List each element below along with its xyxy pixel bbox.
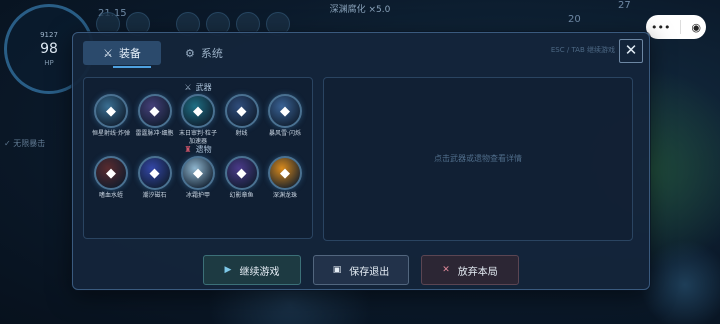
tide-magnet-icon: ◆ [137,156,172,190]
abandon-label: 放弃本局 [457,266,498,278]
close-icon: ✕ [442,265,450,275]
star-ray-icon: ◆ [94,94,128,128]
weapon-slot[interactable]: ◆ 末日审判·粒子加速器 [177,94,219,146]
more-icon[interactable]: ••• [651,22,670,33]
weapons-row: ◆ 恒星射线·炸弹 ◆ 雷霆脉冲·细胞 ◆ 末日审判·粒子加速器 ◆ 射线 ◆ 暴风雪·闪烁 [90,94,306,146]
tab-equipment[interactable]: ⚔ 装备 [83,41,161,68]
side-buff-text: ✓ 无限暴击 [4,139,46,148]
weapons-title: 武器 [195,83,212,92]
detail-placeholder: 点击武器或遗物查看详情 [434,154,522,163]
continue-game-button[interactable]: ▶ 继续游戏 [203,255,301,285]
tab-equipment-label: 装备 [118,47,141,60]
gear-icon: ⚙ [185,46,195,60]
relic-slot[interactable]: ◆ 冰霜护甲 [177,156,219,200]
dragon-orb-icon: ◆ [268,156,302,190]
weapon-label: 暴风雪·闪烁 [269,130,301,137]
weapon-slot[interactable]: ◆ 雷霆脉冲·细胞 [134,94,176,146]
tab-system-label: 系统 [200,47,223,60]
judgement-icon: ◆ [181,94,215,128]
relics-title: 遗物 [195,145,212,154]
pause-panel: ⚔ 装备 ⚙ 系统 ESC / TAB 继续游戏 ✕ ⚔ 武器 ◆ 恒星射线·炸弹 ◆… [72,32,650,290]
thunder-pulse-icon: ◆ [137,94,172,128]
weapon-slot[interactable]: ◆ 暴风雪·闪烁 [264,94,306,146]
weapons-heading: ⚔ 武器 [84,82,312,93]
save-icon: ▣ [332,265,342,275]
ray-icon: ◆ [224,94,259,128]
crossed-swords-icon: ⚔ [103,46,113,60]
tab-system[interactable]: ⚙ 系统 [185,41,223,65]
corruption-indicator: 深渊腐化 ×5.0 [329,5,391,15]
play-icon: ▶ [224,265,232,275]
relic-slot[interactable]: ◆ 幻影章鱼 [221,156,263,200]
miniprogram-capsule: ••• ◉ [646,15,706,39]
crossed-swords-icon: ⚔ [184,83,192,92]
frost-armor-icon: ◆ [181,156,215,190]
relics-row: ◆ 嗜血水蛭 ◆ 潮汐磁石 ◆ 冰霜护甲 ◆ 幻影章鱼 ◆ 深渊龙珠 [90,156,306,200]
leech-icon: ◆ [94,156,128,190]
continue-label: 继续游戏 [239,266,280,278]
relic-label: 潮汐磁石 [142,192,167,199]
hud-stat-mid: 20 [568,14,581,25]
relic-slot[interactable]: ◆ 深渊龙珠 [264,156,306,200]
weapon-label: 射线 [235,130,248,137]
octopus-icon: ◆ [224,156,259,190]
save-exit-button[interactable]: ▣ 保存退出 [313,255,409,285]
hud-stat-right: 27 [618,0,631,11]
relic-slot[interactable]: ◆ 嗜血水蛭 [90,156,132,200]
exit-target-icon[interactable]: ◉ [691,22,701,33]
relic-icon: ♜ [184,145,192,154]
save-exit-label: 保存退出 [349,266,390,278]
relic-slot[interactable]: ◆ 潮汐磁石 [134,156,176,200]
keyboard-hint: ESC / TAB 继续游戏 [550,46,615,54]
inventory-box: ⚔ 武器 ◆ 恒星射线·炸弹 ◆ 雷霆脉冲·细胞 ◆ 末日审判·粒子加速器 ◆ 射线 ◆ 暴风雪·闪… [83,77,313,239]
relics-heading: ♜ 遗物 [84,144,312,155]
weapon-label: 恒星射线·炸弹 [92,130,130,137]
relic-label: 嗜血水蛭 [98,192,123,199]
abandon-run-button[interactable]: ✕ 放弃本局 [421,255,519,285]
relic-label: 冰霜护甲 [185,192,210,199]
weapon-slot[interactable]: ◆ 恒星射线·炸弹 [90,94,132,146]
relic-label: 幻影章鱼 [229,192,254,199]
active-tab-indicator [113,66,151,68]
capsule-divider [680,20,682,34]
weapon-label: 雷霆脉冲·细胞 [135,130,174,137]
blizzard-icon: ◆ [268,94,302,128]
detail-box: 点击武器或遗物查看详情 [323,77,633,241]
close-button[interactable]: ✕ [619,39,643,63]
weapon-slot[interactable]: ◆ 射线 [221,94,263,146]
relic-label: 深渊龙珠 [272,192,297,199]
